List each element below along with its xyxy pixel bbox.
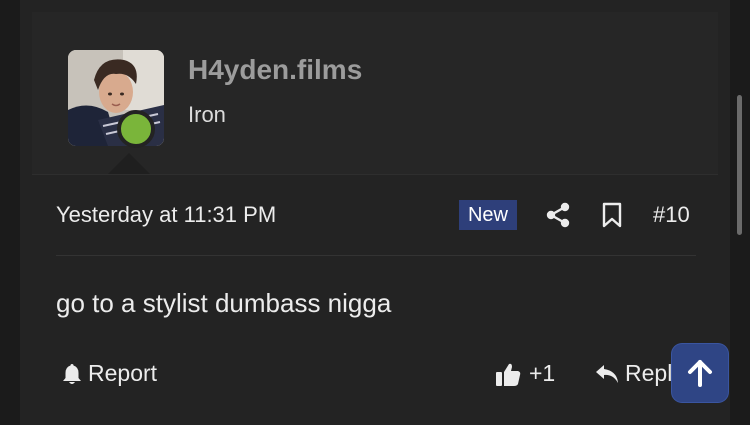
- reply-arrow-icon: [596, 364, 618, 383]
- thumbs-up-icon: [496, 363, 521, 386]
- user-block: H4yden.films Iron: [32, 12, 718, 175]
- bookmark-icon[interactable]: [601, 202, 623, 228]
- arrow-up-icon: [688, 360, 712, 387]
- thread-page: H4yden.films Iron Yesterday at 11:31 PM …: [0, 0, 750, 425]
- like-count: +1: [529, 360, 556, 386]
- share-icon[interactable]: [546, 202, 570, 228]
- page-scrollbar[interactable]: [737, 95, 742, 235]
- like-button[interactable]: +1: [495, 360, 555, 387]
- divider: [56, 255, 696, 256]
- new-badge: New: [459, 200, 517, 230]
- post-meta: Yesterday at 11:31 PM New #10: [56, 196, 696, 236]
- report-button[interactable]: Report: [62, 360, 157, 387]
- reply-button[interactable]: Reply: [595, 360, 684, 387]
- post-number-link[interactable]: #10: [653, 202, 690, 228]
- bell-icon: [63, 363, 81, 384]
- online-status-indicator: [117, 110, 155, 148]
- post-timestamp[interactable]: Yesterday at 11:31 PM: [56, 202, 276, 228]
- forum-post: H4yden.films Iron Yesterday at 11:31 PM …: [20, 0, 730, 425]
- report-label: Report: [88, 360, 158, 386]
- user-block-pointer: [108, 153, 150, 174]
- username[interactable]: H4yden.films: [188, 54, 362, 86]
- user-title: Iron: [188, 102, 226, 127]
- scroll-to-top-button[interactable]: [672, 344, 728, 402]
- post-message: go to a stylist dumbass nigga: [56, 288, 392, 318]
